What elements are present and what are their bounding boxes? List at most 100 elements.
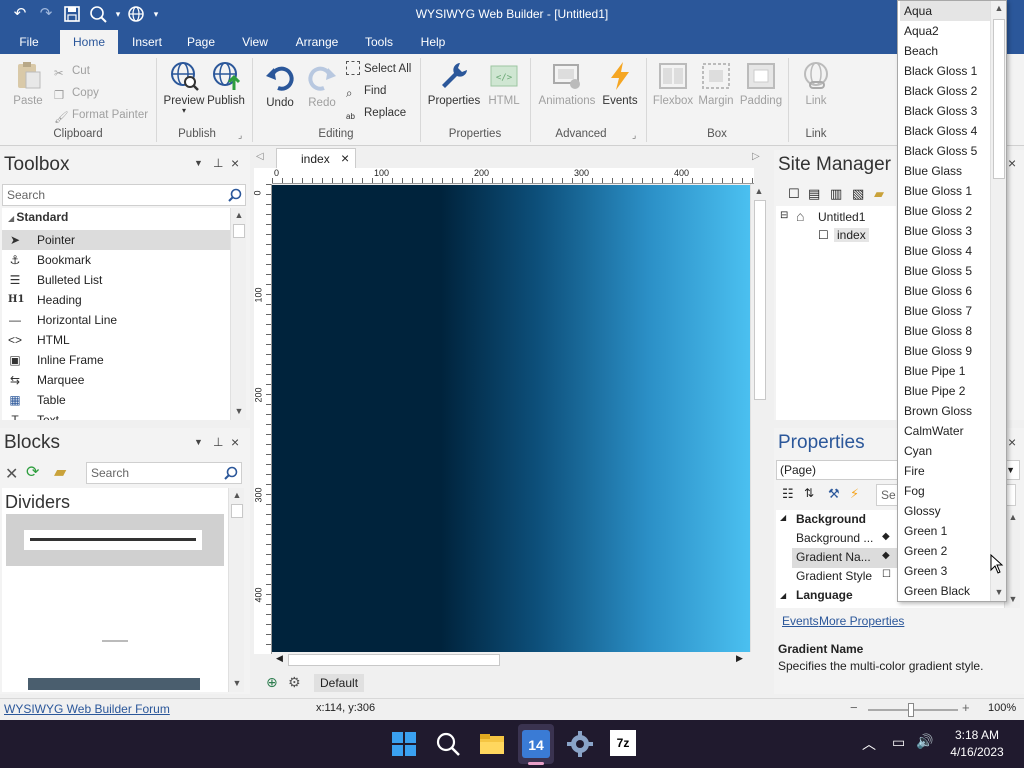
search-icon[interactable] xyxy=(434,730,462,758)
scroll-down-icon[interactable]: ▼ xyxy=(231,406,247,416)
toolbox-scrollbar[interactable]: ▲ ▼ xyxy=(230,208,246,420)
refresh-icon[interactable]: ⟳ xyxy=(26,462,39,482)
wysiwyg-app-icon[interactable]: 14 xyxy=(522,730,550,758)
dropdown-option-aqua[interactable]: Aqua xyxy=(900,1,990,21)
canvas-vertical-scrollbar[interactable]: ▲ xyxy=(750,184,768,652)
scroll-thumb[interactable] xyxy=(754,200,766,400)
dropdown-option[interactable]: Aqua2 xyxy=(900,21,990,41)
page-properties-icon[interactable]: ▧ xyxy=(852,186,864,202)
dropdown-option[interactable]: Blue Gloss 7 xyxy=(900,301,990,321)
new-page-icon[interactable]: ☐ xyxy=(788,186,800,202)
scroll-thumb[interactable] xyxy=(231,504,243,518)
advanced-dialog-launcher-icon[interactable]: ⌟ xyxy=(632,130,636,141)
events-button[interactable]: Events xyxy=(600,60,640,107)
canvas-horizontal-scrollbar[interactable]: ◀ ▶ xyxy=(272,652,750,668)
margin-button[interactable]: Margin xyxy=(696,60,736,107)
copy-button[interactable]: ❐ Copy xyxy=(54,84,99,102)
dropdown-option[interactable]: Fog xyxy=(900,481,990,501)
collapse-arrow-icon[interactable]: ◢ xyxy=(780,513,786,522)
zoom-slider-thumb[interactable] xyxy=(908,703,914,717)
windows-start-icon[interactable] xyxy=(390,730,418,758)
dropdown-option[interactable]: Blue Gloss 5 xyxy=(900,261,990,281)
scroll-up-icon[interactable]: ▲ xyxy=(751,186,767,196)
page-list-icon[interactable]: ▥ xyxy=(830,186,842,202)
wrench-icon[interactable]: ⚒ xyxy=(828,486,840,502)
gradient-name-dropdown[interactable]: Aqua Aqua2 Beach Black Gloss 1 Black Glo… xyxy=(897,0,1007,602)
document-tab-index[interactable]: index × xyxy=(276,148,356,168)
replace-button[interactable]: ab Replace xyxy=(346,104,406,122)
tab-view[interactable]: View xyxy=(234,30,276,54)
publish-button[interactable]: Publish xyxy=(206,60,246,107)
scroll-up-icon[interactable]: ▲ xyxy=(229,490,245,500)
tab-scroll-right-icon[interactable]: ▷ xyxy=(752,151,760,162)
folder-icon[interactable]: ▰ xyxy=(874,186,884,202)
toolbox-item-bulleted-list[interactable]: ☰ Bulleted List xyxy=(2,270,230,290)
tree-item-index[interactable]: index xyxy=(834,228,869,242)
toolbox-menu-icon[interactable]: ▼ xyxy=(194,158,203,168)
property-gradient-style[interactable]: Gradient Style xyxy=(796,569,872,583)
dropdown-option[interactable]: Green 3 xyxy=(900,561,990,581)
scroll-up-icon[interactable]: ▲ xyxy=(231,210,247,220)
html-button[interactable]: </> HTML xyxy=(484,60,524,107)
scroll-down-icon[interactable]: ▼ xyxy=(991,587,1007,597)
scroll-left-icon[interactable]: ◀ xyxy=(276,653,283,664)
toolbox-item-html[interactable]: <> HTML xyxy=(2,330,230,350)
new-folder-page-icon[interactable]: ▤ xyxy=(808,186,820,202)
dropdown-option[interactable]: Blue Pipe 2 xyxy=(900,381,990,401)
blocks-pin-icon[interactable]: ⊥ xyxy=(213,435,223,449)
clock-date[interactable]: 4/16/2023 xyxy=(946,745,1008,759)
dropdown-option[interactable]: Brown Gloss xyxy=(900,401,990,421)
dropdown-option[interactable]: Blue Gloss 4 xyxy=(900,241,990,261)
scroll-down-icon[interactable]: ▼ xyxy=(1005,594,1021,604)
select-all-button[interactable]: Select All xyxy=(346,60,411,78)
dropdown-option[interactable]: Green Black xyxy=(900,581,990,601)
toolbox-item-marquee[interactable]: ⇆ Marquee xyxy=(2,370,230,390)
dropdown-option[interactable]: Blue Gloss 2 xyxy=(900,201,990,221)
scroll-thumb[interactable] xyxy=(993,19,1005,179)
tab-tools[interactable]: Tools xyxy=(358,30,400,54)
tree-item-root[interactable]: Untitled1 xyxy=(818,210,865,224)
redo-button[interactable]: Redo xyxy=(302,62,342,109)
cut-button[interactable]: ✂ Cut xyxy=(54,62,90,80)
network-icon[interactable]: ▭ xyxy=(892,734,905,751)
toolbox-search-input[interactable]: Search xyxy=(2,184,246,206)
tab-file[interactable]: File xyxy=(10,30,48,54)
paste-button[interactable]: Paste xyxy=(8,60,48,107)
dropdown-option[interactable]: Blue Glass xyxy=(900,161,990,181)
blocks-menu-icon[interactable]: ▼ xyxy=(194,437,203,447)
toolbox-item-pointer[interactable]: ➤ Pointer xyxy=(2,230,230,250)
toolbox-item-heading[interactable]: H1 Heading xyxy=(2,290,230,310)
tab-insert[interactable]: Insert xyxy=(124,30,170,54)
format-painter-button[interactable]: 🖌 Format Painter xyxy=(54,106,148,124)
lightning-icon[interactable]: ⚡ xyxy=(850,486,859,502)
tab-home[interactable]: Home xyxy=(60,30,118,55)
collapse-arrow-icon[interactable]: ◢ xyxy=(780,591,786,600)
blocks-scrollbar[interactable]: ▲ ▼ xyxy=(228,488,244,692)
dropdown-option[interactable]: Beach xyxy=(900,41,990,61)
property-gradient-name[interactable]: Gradient Na... xyxy=(796,550,871,564)
dropdown-option[interactable]: Cyan xyxy=(900,441,990,461)
toolbox-item-table[interactable]: ▦ Table xyxy=(2,390,230,410)
flexbox-button[interactable]: Flexbox xyxy=(652,60,694,107)
dropdown-option[interactable]: Black Gloss 4 xyxy=(900,121,990,141)
tab-help[interactable]: Help xyxy=(412,30,454,54)
search-icon[interactable] xyxy=(224,466,238,480)
folder-icon[interactable]: ▰ xyxy=(54,462,66,482)
properties-button[interactable]: Properties xyxy=(426,60,482,107)
dropdown-option[interactable]: Black Gloss 2 xyxy=(900,81,990,101)
dropdown-scrollbar[interactable]: ▲ ▼ xyxy=(990,1,1006,601)
dropdown-option[interactable]: Green 2 xyxy=(900,541,990,561)
property-background[interactable]: Background ... xyxy=(796,531,873,545)
toolbox-item-text[interactable]: T Text xyxy=(2,410,230,420)
toolbox-pin-icon[interactable]: ⊥ xyxy=(213,156,223,170)
scroll-thumb[interactable] xyxy=(233,224,245,238)
file-explorer-icon[interactable] xyxy=(478,730,506,758)
undo-button[interactable]: Undo xyxy=(260,62,300,109)
dropdown-option[interactable]: Blue Gloss 1 xyxy=(900,181,990,201)
dropdown-option[interactable]: Blue Gloss 3 xyxy=(900,221,990,241)
volume-icon[interactable]: 🔊 xyxy=(916,733,933,750)
page-settings-icon[interactable]: ⚙ xyxy=(288,674,301,691)
divider-block-preview[interactable] xyxy=(6,514,224,566)
dropdown-option[interactable]: Blue Pipe 1 xyxy=(900,361,990,381)
scroll-thumb[interactable] xyxy=(288,654,500,666)
